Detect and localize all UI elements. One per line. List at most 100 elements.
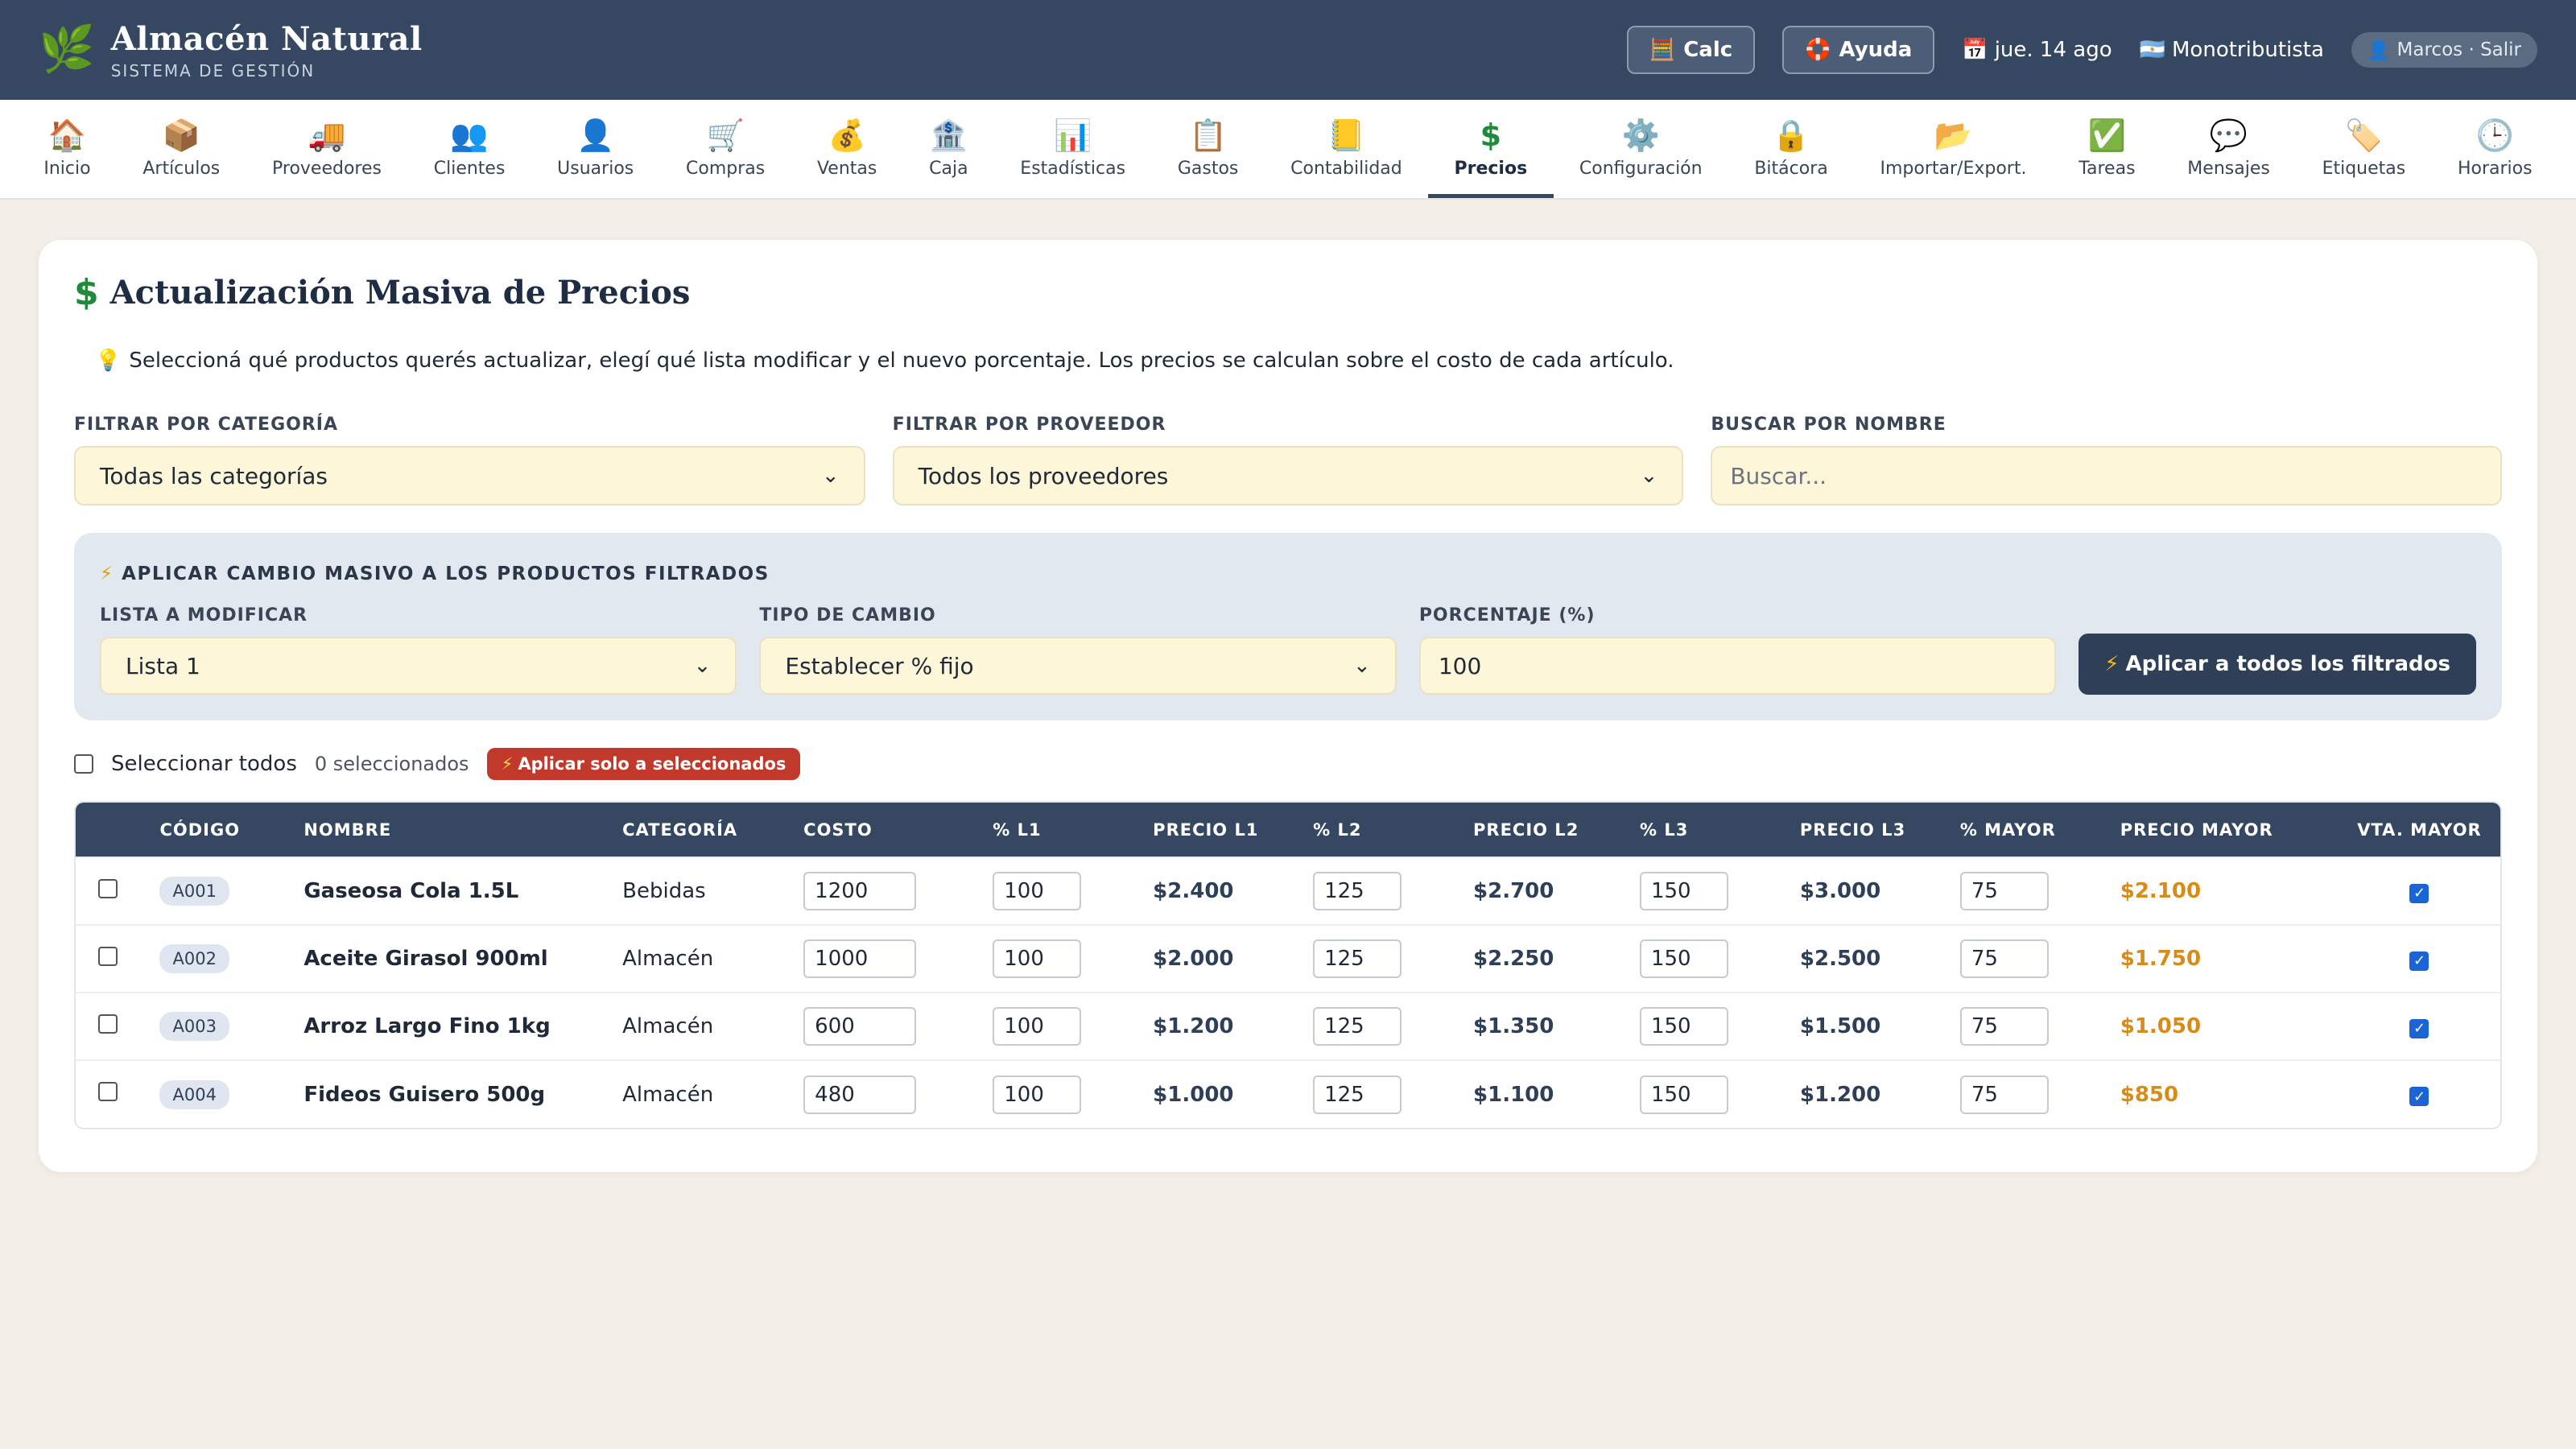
user-logout-button[interactable]: 👤 Marcos · Salir xyxy=(2351,32,2537,68)
brand: 🌿 Almacén Natural SISTEMA DE GESTIÓN xyxy=(39,20,423,80)
page-title: $ Actualización Masiva de Precios xyxy=(74,272,2502,313)
select-all-label[interactable]: Seleccionar todos xyxy=(111,752,297,776)
hint-message: Seleccioná qué productos querés actualiz… xyxy=(129,349,1674,373)
search-filter: BUSCAR POR NOMBRE Buscar... xyxy=(1711,415,2503,506)
wholesale-checkbox[interactable]: ✓ xyxy=(2409,1018,2429,1038)
column-header: PRECIO L2 xyxy=(1473,819,1579,840)
abacus-icon: 🧮 xyxy=(1649,38,1676,62)
search-input[interactable]: Buscar... xyxy=(1711,446,2503,506)
nav-item-tareas[interactable]: ✅ Tareas xyxy=(2053,100,2161,198)
pct-l2-input[interactable]: 125 xyxy=(1313,1075,1402,1114)
pct-mayor-input[interactable]: 75 xyxy=(1959,939,2049,978)
row-select-checkbox[interactable] xyxy=(98,878,118,898)
hint-text: 💡 Seleccioná qué productos querés actual… xyxy=(74,349,2502,373)
pct-l1-input[interactable]: 100 xyxy=(993,939,1082,978)
pct-l1-input[interactable]: 100 xyxy=(993,1075,1082,1114)
table-cell: $1.200 xyxy=(1800,1060,1960,1128)
table-cell: 75 xyxy=(1959,925,2120,993)
nav-item-articulos[interactable]: 📦 Artículos xyxy=(117,100,246,198)
cost-input[interactable]: 1000 xyxy=(803,939,917,978)
row-select-checkbox[interactable] xyxy=(98,1082,118,1101)
nav-item-estadisticas[interactable]: 📊 Estadísticas xyxy=(994,100,1152,198)
column-header: PRECIO L1 xyxy=(1153,819,1259,840)
argentina-flag-icon: 🇦🇷 xyxy=(2139,38,2165,62)
nav-item-clientes[interactable]: 👥 Clientes xyxy=(407,100,530,198)
tax-status-text: Monotributista xyxy=(2172,38,2324,62)
pct-l2-input[interactable]: 125 xyxy=(1313,939,1402,978)
change-type-field: TIPO DE CAMBIO Establecer % fijo ⌄ xyxy=(759,605,1397,695)
pct-l2-input[interactable]: 125 xyxy=(1313,1007,1402,1046)
estadisticas-icon: 📊 xyxy=(1054,117,1092,153)
column-header: % L3 xyxy=(1639,819,1689,840)
pct-l1-input[interactable]: 100 xyxy=(993,1007,1082,1046)
calc-button[interactable]: 🧮 Calc xyxy=(1626,26,1756,74)
nav-item-label: Importar/Export. xyxy=(1880,158,2027,179)
price-l2: $1.100 xyxy=(1473,1082,1554,1107)
nav-item-compras[interactable]: 🛒 Compras xyxy=(660,100,791,198)
table-cell: ✓ xyxy=(2339,1060,2500,1128)
nav-item-label: Ventas xyxy=(816,158,877,179)
nav-item-usuarios[interactable]: 👤 Usuarios xyxy=(531,100,660,198)
nav-item-horarios[interactable]: 🕒 Horarios xyxy=(2432,100,2558,198)
nav-item-ventas[interactable]: 💰 Ventas xyxy=(791,100,903,198)
list-select[interactable]: Lista 1 ⌄ xyxy=(100,637,737,695)
pct-l1-input[interactable]: 100 xyxy=(993,872,1082,910)
price-l3: $2.500 xyxy=(1799,947,1881,971)
table-cell: 100 xyxy=(993,925,1153,993)
table-cell: 100 xyxy=(993,1060,1153,1128)
percent-input[interactable]: 100 xyxy=(1418,637,2057,695)
wholesale-checkbox[interactable]: ✓ xyxy=(2409,883,2429,903)
cost-input[interactable]: 1200 xyxy=(803,872,917,910)
table-header-row: CÓDIGO NOMBRE CATEGORÍA COSTO % L1 PRECIO L1%… xyxy=(76,803,2500,857)
nav-item-configuracion[interactable]: ⚙️ Configuración xyxy=(1554,100,1728,198)
gastos-icon: 📋 xyxy=(1188,117,1228,153)
nav-item-label: Etiquetas xyxy=(2322,158,2406,179)
nav-item-gastos[interactable]: 📋 Gastos xyxy=(1151,100,1264,198)
wholesale-checkbox[interactable]: ✓ xyxy=(2409,1087,2429,1106)
table-cell: $1.000 xyxy=(1153,1060,1313,1128)
supplier-select[interactable]: Todos los proveedores ⌄ xyxy=(892,446,1684,506)
nav-item-caja[interactable]: 🏦 Caja xyxy=(903,100,994,198)
category-select[interactable]: Todas las categorías ⌄ xyxy=(74,446,865,506)
product-code-badge: A004 xyxy=(159,1080,229,1109)
pct-l3-input[interactable]: 150 xyxy=(1639,1075,1728,1114)
wholesale-checkbox[interactable]: ✓ xyxy=(2409,951,2429,971)
nav-item-contabilidad[interactable]: 📒 Contabilidad xyxy=(1265,100,1428,198)
change-type-select[interactable]: Establecer % fijo ⌄ xyxy=(759,637,1397,695)
nav-item-precios[interactable]: $ Precios xyxy=(1428,100,1554,198)
cost-input[interactable]: 600 xyxy=(803,1007,917,1046)
table-cell: $850 xyxy=(2120,1060,2339,1128)
apply-all-filtered-button[interactable]: ⚡ Aplicar a todos los filtrados xyxy=(2079,634,2476,695)
user-icon: 👤 xyxy=(2367,39,2391,61)
nav-item-inicio[interactable]: 🏠 Inicio xyxy=(18,100,117,198)
cost-input[interactable]: 480 xyxy=(803,1075,917,1114)
pct-mayor-input[interactable]: 75 xyxy=(1959,1075,2049,1114)
nav-item-mensajes[interactable]: 💬 Mensajes xyxy=(2161,100,2296,198)
row-select-checkbox[interactable] xyxy=(98,1013,118,1034)
select-all-checkbox[interactable] xyxy=(74,754,93,774)
pct-l2-input[interactable]: 125 xyxy=(1313,872,1402,910)
row-select-checkbox[interactable] xyxy=(98,946,118,966)
pct-l3-input[interactable]: 150 xyxy=(1639,872,1728,910)
nav-item-etiquetas[interactable]: 🏷️ Etiquetas xyxy=(2296,100,2431,198)
compras-icon: 🛒 xyxy=(706,117,745,153)
nav-item-importar-export[interactable]: 📂 Importar/Export. xyxy=(1854,100,2053,198)
product-code-badge: A001 xyxy=(159,877,229,906)
nav-item-label: Proveedores xyxy=(272,158,382,179)
user-label: Marcos · Salir xyxy=(2396,39,2521,60)
pct-l3-input[interactable]: 150 xyxy=(1639,939,1728,978)
pct-mayor-input[interactable]: 75 xyxy=(1959,1007,2049,1046)
help-button[interactable]: 🛟 Ayuda xyxy=(1782,26,1935,74)
category-filter: FILTRAR POR CATEGORÍA Todas las categorí… xyxy=(74,415,865,506)
apply-selected-button[interactable]: ⚡ Aplicar solo a seleccionados xyxy=(486,748,801,780)
pct-mayor-input[interactable]: 75 xyxy=(1959,872,2049,910)
product-code-badge: A003 xyxy=(159,1012,229,1041)
nav-item-label: Estadísticas xyxy=(1020,158,1126,179)
nav-item-proveedores[interactable]: 🚚 Proveedores xyxy=(246,100,408,198)
column-header: PRECIO L3 xyxy=(1799,819,1906,840)
nav-item-bitacora[interactable]: 🔒 Bitácora xyxy=(1728,100,1854,198)
column-header: COSTO xyxy=(803,819,873,840)
help-label: Ayuda xyxy=(1839,38,1913,62)
pct-l3-input[interactable]: 150 xyxy=(1639,1007,1728,1046)
price-mayor: $1.750 xyxy=(2120,947,2202,971)
